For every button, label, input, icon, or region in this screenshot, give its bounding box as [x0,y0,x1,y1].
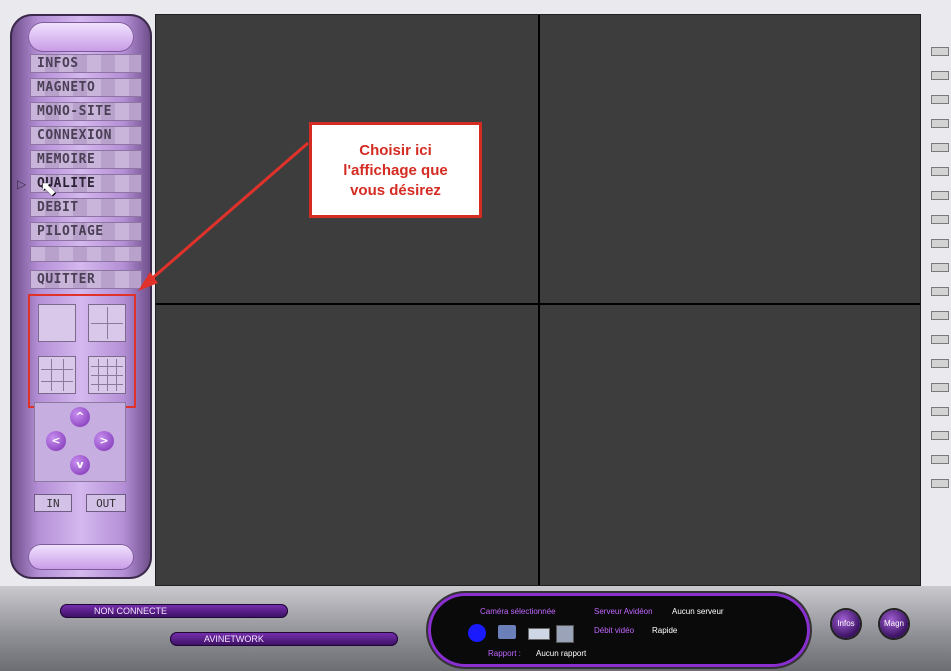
server-label: Serveur Avidéon [594,607,653,616]
callout-arrow [138,141,309,291]
arrow-line [147,141,309,284]
rapport-label: Rapport : [488,649,521,658]
magneto-button[interactable]: Magn [880,610,908,638]
debit-label: Débit vidéo [594,626,635,635]
camera-button-column [921,14,951,586]
camera-button[interactable] [931,455,949,464]
camera-button[interactable] [931,71,949,80]
camera-button[interactable] [931,431,949,440]
server-value: Aucun serveur [672,607,724,616]
connection-status: NON CONNECTE [94,606,168,616]
camera-button[interactable] [931,119,949,128]
camera-button[interactable] [931,263,949,272]
network-pill: AVINETWORK [170,632,398,646]
camera-button[interactable] [931,143,949,152]
camera-button[interactable] [931,47,949,56]
camera-button[interactable] [931,359,949,368]
camera-button[interactable] [931,215,949,224]
camera-button[interactable] [931,191,949,200]
network-name: AVINETWORK [204,634,264,644]
camera-button[interactable] [931,335,949,344]
camera-button[interactable] [931,287,949,296]
snapshot-icon[interactable] [498,625,516,639]
camera-button[interactable] [931,95,949,104]
camera-button[interactable] [931,167,949,176]
infos-button[interactable]: Infos [832,610,860,638]
camera-button[interactable] [931,311,949,320]
camera-label: Caméra sélectionnée [480,607,556,616]
record-indicator-icon[interactable] [468,624,486,642]
video-icon[interactable] [528,628,550,640]
rapport-value: Aucun rapport [536,649,587,658]
camera-button[interactable] [931,383,949,392]
network-icon[interactable] [556,625,574,643]
debit-value: Rapide [652,626,678,635]
connection-status-pill: NON CONNECTE [60,604,288,618]
camera-button[interactable] [931,479,949,488]
app-window: INFOS MAGNETO MONO-SITE CONNEXION MEMOIR… [0,0,951,671]
camera-button[interactable] [931,239,949,248]
camera-button[interactable] [931,407,949,416]
